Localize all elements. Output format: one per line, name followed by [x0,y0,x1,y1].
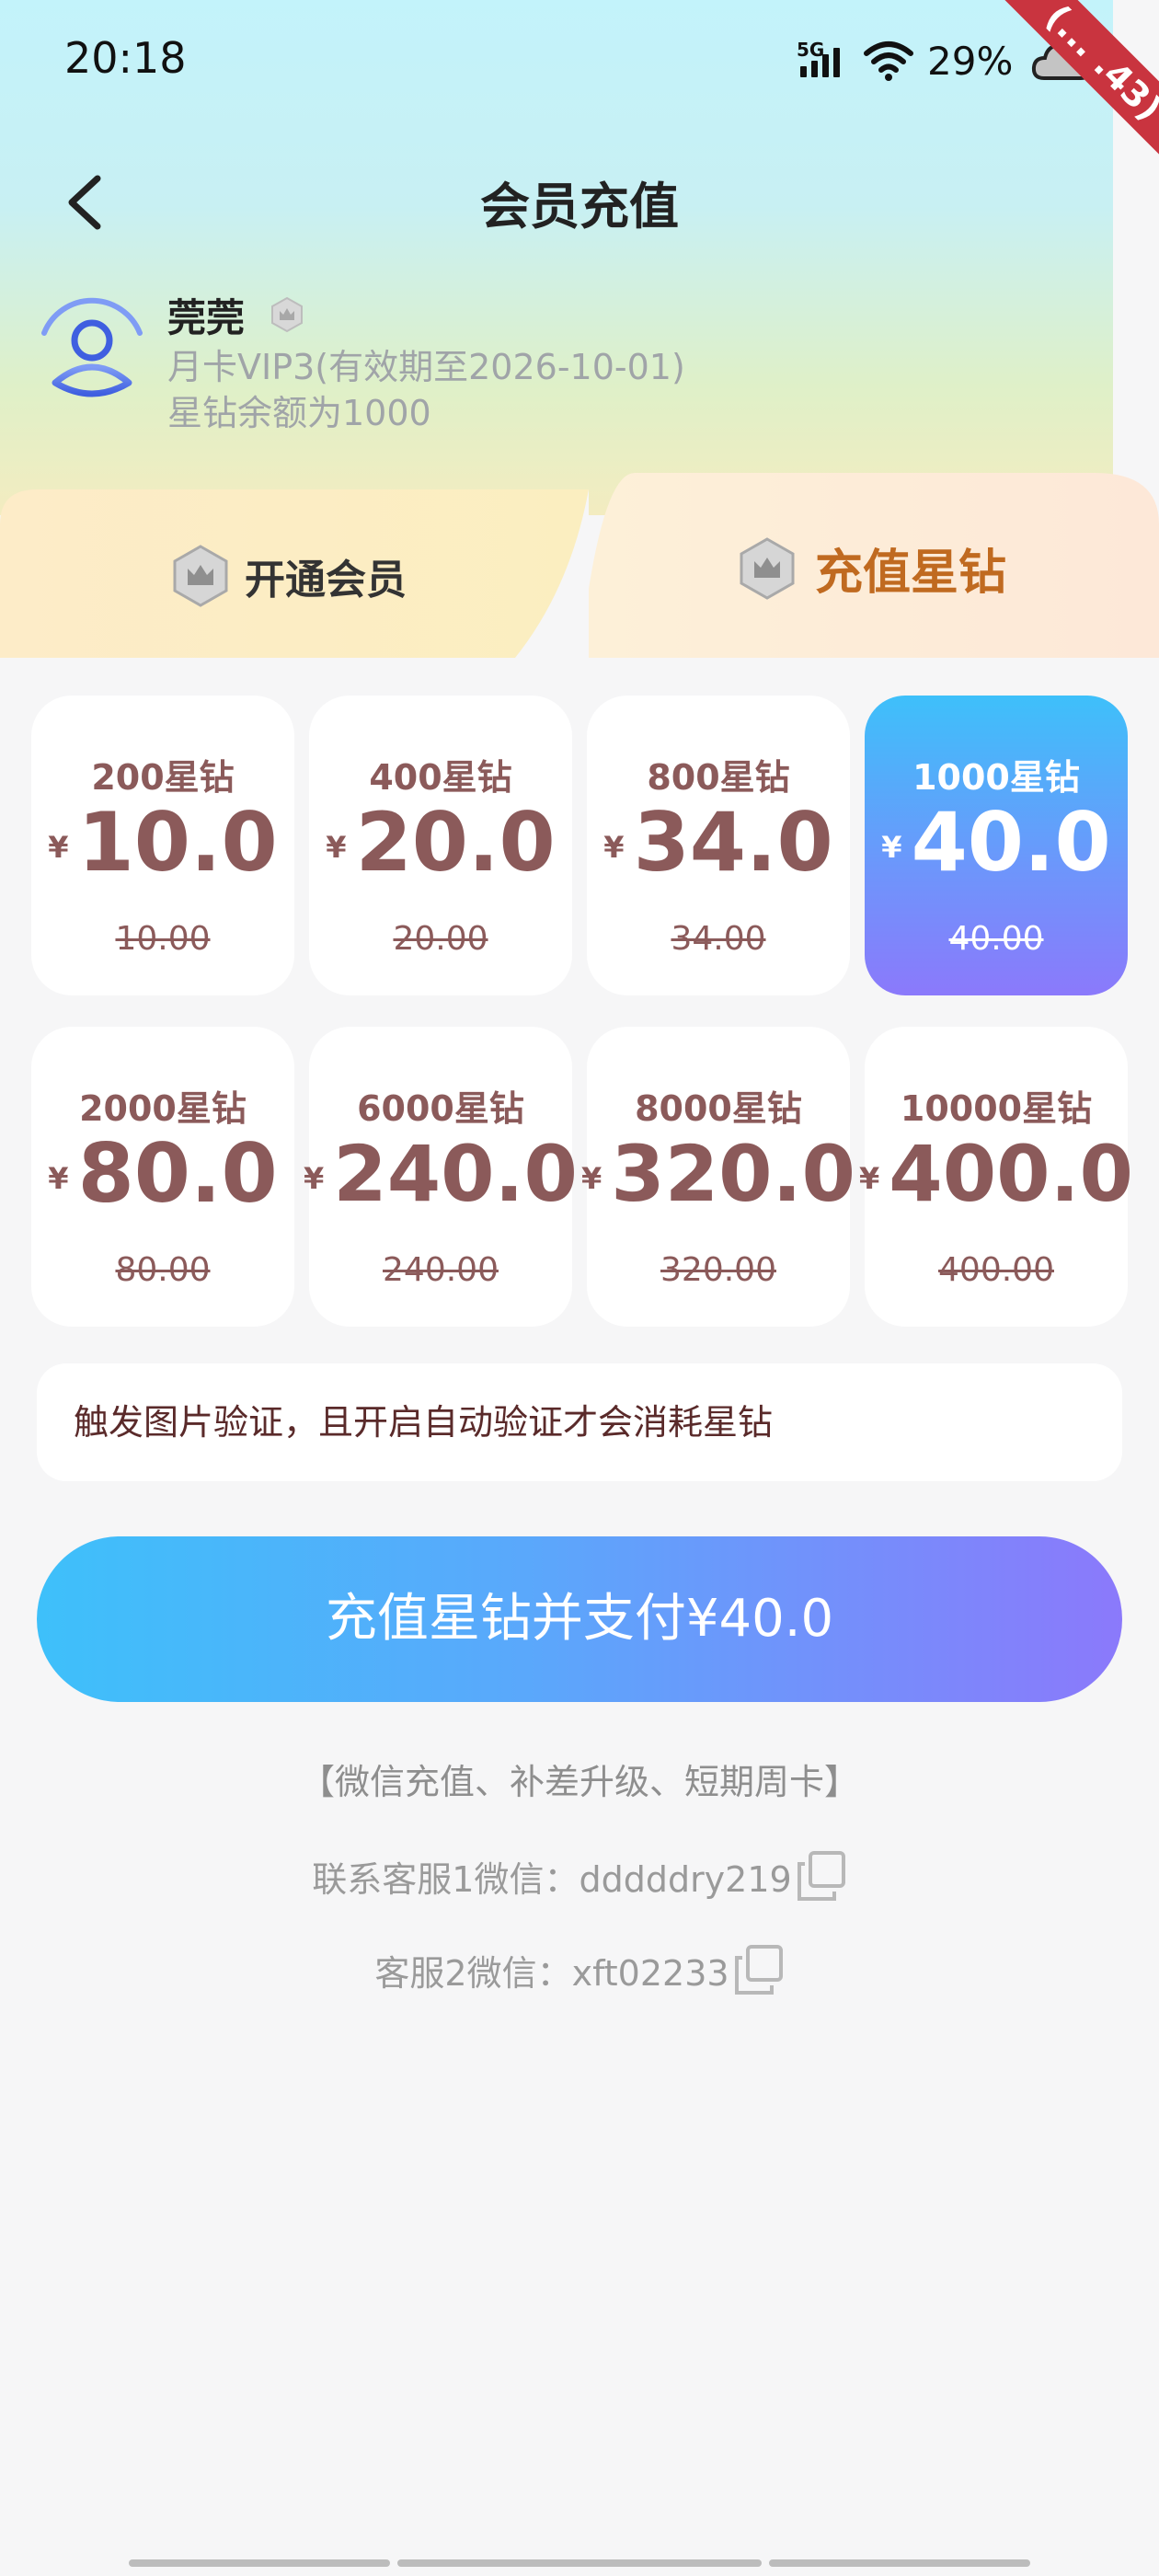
package-price: ¥10.0 [48,795,278,890]
gesture-bar-left [129,2559,390,2567]
package-price: ¥20.0 [326,795,556,890]
package-name: 800星钻 [647,757,790,798]
contact-row-1: 联系客服1微信：dddddry219 [0,1849,1159,1903]
notice-box: 触发图片验证，且开启自动验证才会消耗星钻 [37,1363,1122,1481]
contact-1-text: 联系客服1微信：dddddry219 [312,1858,792,1900]
membership-status: 月卡VIP3(有效期至2026-10-01) [167,347,685,387]
status-time: 20:18 [64,33,187,83]
copy-icon[interactable] [733,1943,785,1996]
package-card[interactable]: 6000星钻 ¥240.0 240.00 [304,1027,578,1327]
tab-membership[interactable]: 开通会员 [171,545,407,607]
package-price: ¥34.0 [603,795,833,890]
package-price: ¥80.0 [48,1126,278,1221]
status-bar: 20:18 5G 29% (... .43) [0,0,1159,212]
page-title: 会员充值 [480,178,679,236]
package-original-price: 80.00 [115,1251,211,1289]
package-name: 400星钻 [369,757,512,798]
package-price: ¥400.0 [859,1129,1133,1219]
package-name: 200星钻 [91,757,235,798]
tab-membership-label: 开通会员 [245,557,407,604]
package-original-price: 240.00 [383,1251,499,1289]
package-name: 6000星钻 [357,1088,524,1129]
tab-recharge-diamonds[interactable]: 充值星钻 [738,534,1006,603]
contact-2-text: 客服2微信：xft02233 [374,1952,729,1994]
package-price: ¥40.0 [881,795,1111,890]
package-original-price: 40.00 [948,920,1044,958]
pay-button[interactable]: 充值星钻并支付¥40.0 [37,1536,1122,1702]
package-card-selected[interactable]: 1000星钻 ¥40.0 40.00 [865,696,1128,995]
package-card[interactable]: 200星钻 ¥10.0 10.00 [31,696,294,995]
network-type: 5G [797,39,825,61]
copy-icon[interactable] [796,1849,847,1903]
package-original-price: 320.00 [660,1251,776,1289]
crown-badge-icon [173,545,228,607]
package-original-price: 34.00 [671,920,766,958]
package-name: 1000星钻 [912,757,1080,798]
crown-badge-icon [740,536,795,600]
package-name: 2000星钻 [79,1088,247,1129]
package-price: ¥240.0 [304,1129,578,1219]
contact-row-2: 客服2微信：xft02233 [0,1943,1159,1996]
gesture-bar-center[interactable] [397,2559,762,2567]
cellular-signal-icon: 5G [797,39,850,83]
package-price: ¥320.0 [581,1129,855,1219]
service-note: 【微信充值、补差升级、短期周卡】 [299,1762,859,1802]
package-name: 8000星钻 [635,1088,802,1129]
package-original-price: 10.00 [115,920,211,958]
user-name: 莞莞 [167,295,246,340]
gesture-bar-right [769,2559,1030,2567]
package-original-price: 20.00 [393,920,488,958]
wifi-icon [864,41,913,81]
package-original-price: 400.00 [938,1251,1054,1289]
diamond-balance: 星钻余额为1000 [167,393,431,433]
tab-recharge-label: 充值星钻 [815,546,1007,601]
package-card[interactable]: 800星钻 ¥34.0 34.00 [587,696,850,995]
tab-bar: 开通会员 充值星钻 [0,469,1159,658]
package-card[interactable]: 2000星钻 ¥80.0 80.00 [31,1027,294,1327]
package-card[interactable]: 8000星钻 ¥320.0 320.00 [581,1027,855,1327]
package-card[interactable]: 400星钻 ¥20.0 20.00 [309,696,572,995]
battery-level: 29% [927,38,1014,84]
package-name: 10000星钻 [900,1088,1093,1129]
package-card[interactable]: 10000星钻 ¥400.0 400.00 [859,1027,1133,1327]
avatar-icon[interactable] [37,294,147,405]
vip-badge-icon [271,296,303,333]
